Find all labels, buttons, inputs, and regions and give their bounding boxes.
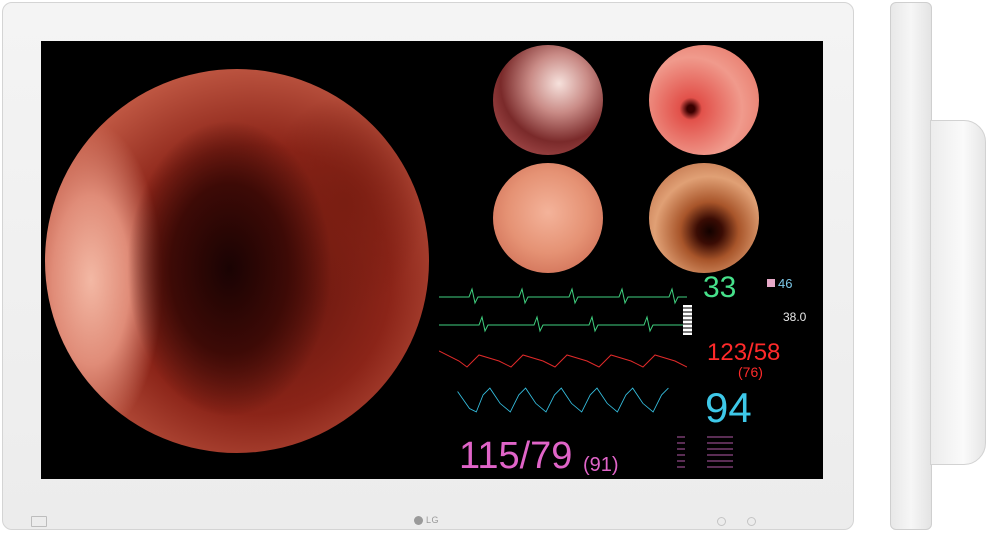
abp-value: 123/58 [707, 339, 781, 366]
spo2-value: 94 [705, 384, 752, 431]
power-button-icon[interactable] [747, 517, 756, 526]
nibp-mean-value: (91) [583, 454, 619, 476]
abp-mean-value: (76) [738, 364, 763, 380]
alarm-bar-indicator [683, 305, 692, 335]
monitor-bezel: 33 46 38.0 123/58 (76) 94 115/79 (91) LG [2, 2, 854, 530]
pleth-waveform [457, 387, 669, 413]
temp1-icon [767, 279, 775, 287]
ecg-hr-value: 33 [703, 271, 737, 304]
trend-table [677, 436, 733, 468]
endoscopy-thumbnail-3[interactable] [493, 163, 603, 273]
temp2-value: 38.0 [783, 310, 807, 324]
temp1-value: 46 [778, 276, 793, 291]
menu-button-icon[interactable] [717, 517, 726, 526]
monitor-rear-mount [930, 120, 986, 465]
endoscopy-thumbnail-2[interactable] [649, 45, 759, 155]
nibp-value: 115/79 [459, 435, 573, 477]
display-screen: 33 46 38.0 123/58 (76) 94 115/79 (91) [41, 41, 823, 479]
lg-logo-icon [414, 515, 423, 525]
abp-waveform [439, 350, 687, 368]
input-button-icon[interactable] [31, 516, 47, 527]
endoscopy-thumbnail-1[interactable] [493, 45, 603, 155]
brand-label: LG [426, 515, 440, 525]
ecg-waveform-1 [439, 287, 687, 305]
lg-logo: LG [414, 515, 439, 525]
monitor-side-profile [890, 2, 932, 530]
main-endoscopy-view [45, 69, 429, 453]
endoscopy-thumbnail-4[interactable] [649, 163, 759, 273]
ecg-waveform-2 [439, 315, 687, 333]
